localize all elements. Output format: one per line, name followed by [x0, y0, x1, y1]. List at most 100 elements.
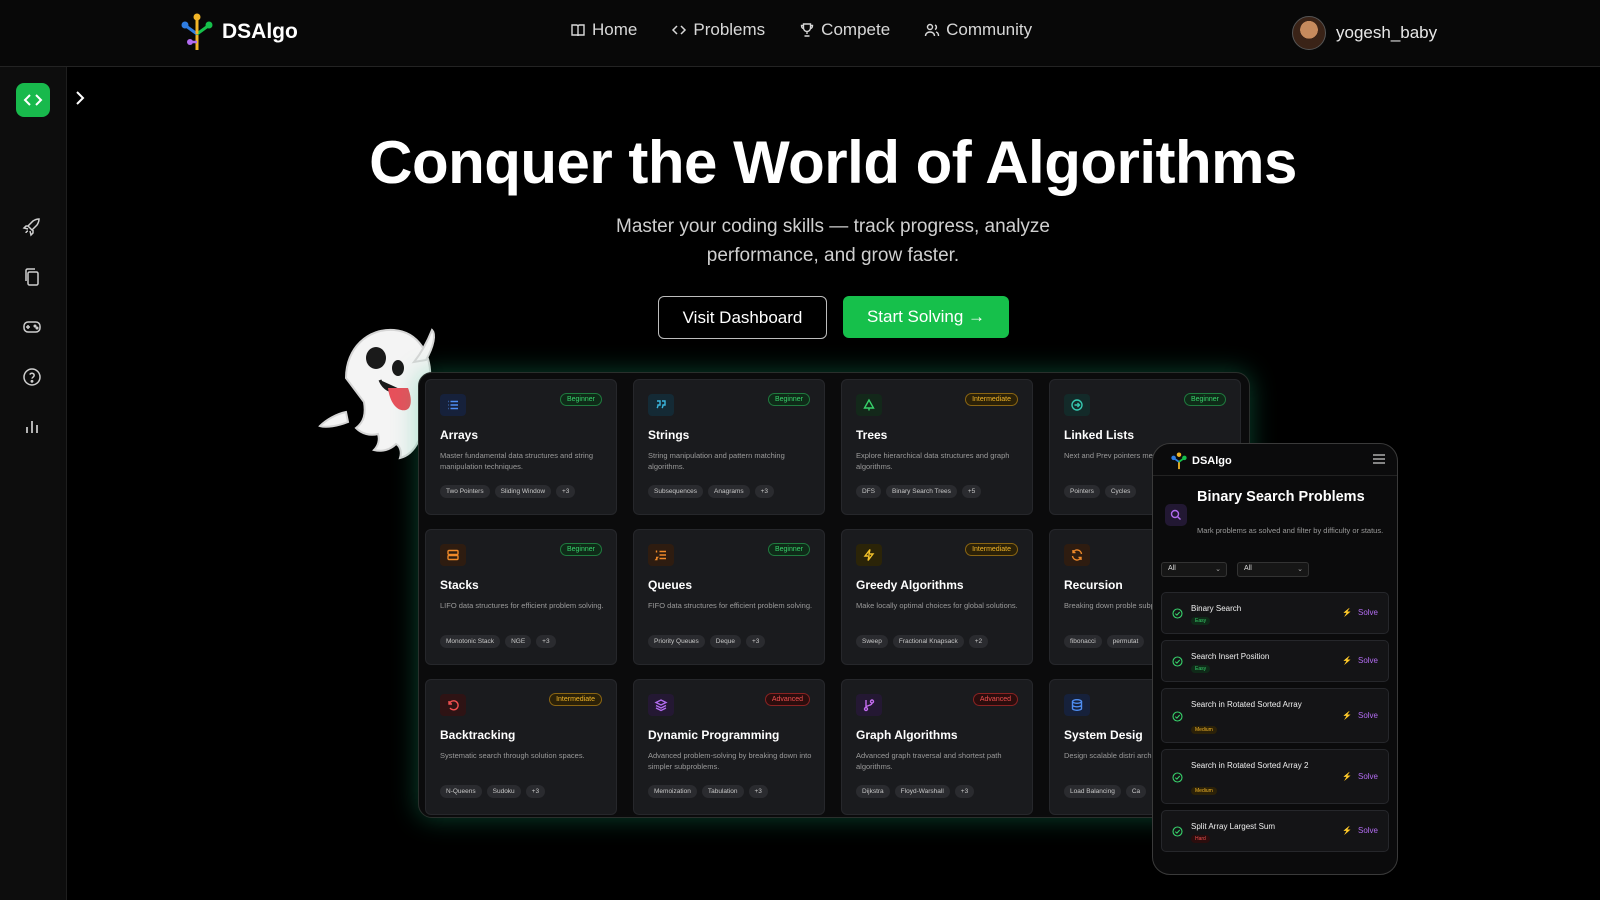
topic-card[interactable]: Beginner Stacks LIFO data structures for…: [425, 529, 617, 665]
solve-label: Solve: [1357, 772, 1378, 781]
difficulty-badge: Easy: [1191, 617, 1211, 625]
mobile-header: DSAlgo: [1153, 444, 1397, 476]
topic-tag: N-Queens: [440, 785, 482, 798]
nav-home[interactable]: Home: [570, 20, 637, 40]
topic-card[interactable]: Beginner Strings String manipulation and…: [633, 379, 825, 515]
solve-button[interactable]: ⚡ Solve: [1342, 826, 1378, 835]
topic-description: Make locally optimal choices for global …: [856, 601, 1018, 610]
topic-tag: Floyd-Warshall: [894, 785, 950, 798]
difficulty-filter-value: All: [1168, 565, 1176, 572]
sidebar-item-stats[interactable]: [20, 415, 44, 439]
problem-row[interactable]: Search Insert Position Easy ⚡ Solve: [1161, 640, 1389, 682]
sidebar-item-help[interactable]: [20, 365, 44, 389]
check-circle-icon[interactable]: [1172, 711, 1183, 722]
brand-logo-link[interactable]: DSAlgo: [180, 12, 298, 52]
topic-tag: Memoization: [648, 785, 697, 798]
topic-tag: Binary Search Trees: [886, 485, 957, 498]
topic-title: Greedy Algorithms: [856, 578, 964, 592]
nav-compete[interactable]: Compete: [799, 20, 890, 40]
list-ordered-icon: [648, 544, 674, 566]
sidebar-item-games[interactable]: [20, 315, 44, 339]
refresh-icon: [1064, 544, 1090, 566]
problem-row[interactable]: Search in Rotated Sorted Array Medium ⚡ S…: [1161, 688, 1389, 743]
level-badge: Intermediate: [549, 693, 602, 706]
topic-tag: Ca: [1125, 785, 1147, 798]
solve-button[interactable]: ⚡ Solve: [1342, 711, 1378, 720]
topic-tag: permutat: [1106, 635, 1145, 648]
difficulty-badge: Hard: [1191, 835, 1210, 843]
solve-button[interactable]: ⚡ Solve: [1342, 608, 1378, 617]
start-solving-button[interactable]: Start Solving →: [843, 296, 1009, 338]
topic-card[interactable]: Beginner Arrays Master fundamental data …: [425, 379, 617, 515]
lightning-icon: ⚡: [1342, 656, 1352, 665]
problem-row[interactable]: Binary Search Easy ⚡ Solve: [1161, 592, 1389, 634]
sidebar-item-rocket[interactable]: [20, 215, 44, 239]
level-badge: Beginner: [767, 543, 810, 556]
topic-card[interactable]: Intermediate Backtracking Systematic sea…: [425, 679, 617, 815]
topic-title: Linked Lists: [1064, 428, 1135, 442]
solve-button[interactable]: ⚡ Solve: [1342, 772, 1378, 781]
list-icon: [440, 394, 466, 416]
code-icon: [672, 25, 687, 35]
dsalgo-logo-icon: [181, 13, 213, 50]
topic-tag: Subsequences: [648, 485, 704, 498]
topic-tag: +3: [556, 485, 576, 498]
hero-subtitle: Master your coding skills — track progre…: [616, 216, 1050, 266]
solve-label: Solve: [1357, 711, 1378, 720]
username: yogesh_baby: [1336, 23, 1438, 42]
check-circle-icon[interactable]: [1172, 826, 1183, 837]
mobile-brand[interactable]: DSAlgo: [1171, 452, 1232, 470]
topic-description: Advanced problem-solving by breaking dow…: [648, 751, 812, 771]
check-circle-icon[interactable]: [1172, 772, 1183, 783]
status-filter-select[interactable]: All ⌄: [1237, 562, 1309, 577]
nav-problems[interactable]: Problems: [671, 20, 765, 40]
check-circle-icon[interactable]: [1172, 656, 1183, 667]
solve-label: Solve: [1357, 826, 1378, 835]
gamepad-icon: [23, 321, 41, 333]
level-badge: Beginner: [559, 393, 602, 406]
book-icon: [571, 24, 585, 37]
topic-tag: +3: [748, 785, 768, 798]
topics-preview-panel: Beginner Arrays Master fundamental data …: [418, 372, 1250, 818]
sidebar-expand-button[interactable]: [72, 90, 88, 106]
problem-row[interactable]: Split Array Largest Sum Hard ⚡ Solve: [1161, 810, 1389, 852]
bar-chart-icon: [26, 421, 38, 433]
visit-dashboard-button[interactable]: Visit Dashboard: [658, 296, 827, 339]
top-navbar: DSAlgo Home Problems Compete Community y…: [0, 0, 1600, 67]
sidebar-code-button[interactable]: [16, 83, 50, 117]
chevron-right-icon: [76, 91, 85, 105]
topic-description: FIFO data structures for efficient probl…: [648, 601, 813, 610]
topic-card[interactable]: Beginner Queues FIFO data structures for…: [633, 529, 825, 665]
sidebar-item-sheets[interactable]: [20, 265, 44, 289]
dsalgo-logo-icon: [1171, 452, 1187, 470]
topic-tag: Anagrams: [708, 485, 750, 498]
user-menu[interactable]: yogesh_baby: [1292, 16, 1437, 50]
topic-title: Strings: [648, 428, 690, 442]
topic-description: LIFO data structures for efficient probl…: [440, 601, 604, 610]
quote-icon: [648, 394, 674, 416]
database-icon: [1064, 694, 1090, 716]
topic-tag: Deque: [709, 635, 741, 648]
nav-community[interactable]: Community: [924, 20, 1032, 40]
topic-tag: +2: [968, 635, 989, 648]
problem-name: Binary Search: [1191, 604, 1242, 613]
chevron-down-icon: ⌄: [1215, 566, 1221, 573]
topic-card[interactable]: Intermediate Greedy Algorithms Make loca…: [841, 529, 1033, 665]
topic-title: Backtracking: [440, 728, 516, 742]
check-circle-icon[interactable]: [1172, 608, 1183, 619]
difficulty-badge: Easy: [1191, 665, 1211, 673]
topic-tag: Sudoku: [486, 785, 521, 798]
solve-button[interactable]: ⚡ Solve: [1342, 656, 1378, 665]
topic-tag: Pointers: [1064, 485, 1100, 498]
difficulty-filter-select[interactable]: All ⌄: [1161, 562, 1227, 577]
rocket-icon: [22, 218, 40, 237]
topic-card[interactable]: Advanced Graph Algorithms Advanced graph…: [841, 679, 1033, 815]
problem-row[interactable]: Search in Rotated Sorted Array 2 Medium …: [1161, 749, 1389, 804]
menu-icon[interactable]: [1373, 454, 1385, 464]
solve-label: Solve: [1357, 656, 1378, 665]
topic-tag: Sweep: [856, 635, 888, 648]
topic-card[interactable]: Intermediate Trees Explore hierarchical …: [841, 379, 1033, 515]
topic-card[interactable]: Advanced Dynamic Programming Advanced pr…: [633, 679, 825, 815]
nav-compete-label: Compete: [821, 20, 891, 39]
nav-problems-label: Problems: [693, 20, 766, 39]
